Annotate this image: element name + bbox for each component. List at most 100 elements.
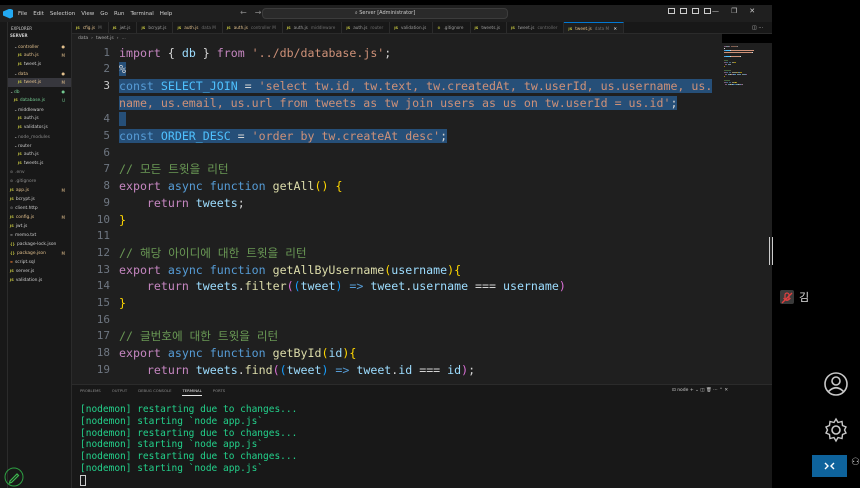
toggle-secondary-sidebar-icon[interactable] [692, 8, 699, 14]
file-row[interactable]: JS config.js M [8, 213, 71, 222]
panel-tab[interactable]: DEBUG CONSOLE [138, 385, 171, 396]
toggle-panel-icon[interactable] [680, 8, 687, 14]
code-line[interactable]: 6 [72, 145, 722, 162]
code-line[interactable]: 7 // 모든 트윗을 리턴 [72, 161, 722, 178]
folder-row[interactable]: ⌄db ● [8, 87, 71, 96]
code-line[interactable]: 13 export async function getAllByUsername… [72, 262, 722, 279]
file-row[interactable]: JS app.js M [8, 186, 71, 195]
code-line[interactable]: 10} [72, 212, 722, 229]
file-row[interactable]: {} package.json M [8, 249, 71, 258]
tab[interactable]: JS auth.js controller M [223, 22, 283, 33]
tab[interactable]: JS auth.js data M [173, 22, 223, 33]
code-line[interactable]: 17 // 글번호에 대한 트윗을 리턴 [72, 328, 722, 345]
file-row[interactable]: ≡ memo.txt [8, 231, 71, 240]
file-row[interactable]: JS validation.js [8, 276, 71, 285]
toggle-sidebar-icon[interactable] [668, 8, 675, 14]
mic-muted-icon[interactable] [780, 290, 794, 304]
split-editor-icon[interactable]: ◫ [752, 25, 757, 31]
settings-gear-icon[interactable] [823, 417, 849, 443]
pencil-icon[interactable] [4, 467, 24, 487]
menu-item[interactable]: View [81, 11, 94, 17]
ports-icon[interactable]: ⚇ [851, 457, 860, 468]
menu-item[interactable]: Terminal [130, 11, 153, 17]
tab[interactable]: JS tweet.js controller [507, 22, 565, 33]
code-line[interactable]: 9 return tweets; [72, 195, 722, 212]
terminal-output[interactable]: [nodemon] restarting due to changes... [n… [80, 404, 297, 475]
file-row[interactable]: JS tweet.js M [8, 78, 71, 87]
file-row[interactable]: JS validator.js [8, 123, 71, 132]
code-line[interactable]: 11 [72, 228, 722, 245]
code-line[interactable]: 3 const SELECT_JOIN = 'select tw.id, tw.t… [72, 78, 722, 95]
tab[interactable]: ⚙ .gitignore [433, 22, 471, 33]
file-row[interactable]: JS tweet.js [8, 60, 71, 69]
code-line[interactable]: 12 // 해당 아이디에 대한 트윗을 리턴 [72, 245, 722, 262]
tab[interactable]: JS cfig.js M [72, 22, 109, 33]
panel-more-icon[interactable]: ⋯ [713, 388, 718, 393]
restore-icon[interactable]: ❐ [731, 7, 737, 15]
panel-tab[interactable]: TERMINAL [182, 385, 202, 396]
minimize-icon[interactable]: — [712, 7, 719, 15]
file-row[interactable]: ⚙ .gitignore [8, 177, 71, 186]
tab[interactable]: JS validation.js [390, 22, 434, 33]
close-panel-icon[interactable]: ✕ [724, 388, 728, 393]
split-terminal-icon[interactable]: ◫ [700, 388, 704, 393]
code-line[interactable]: 2% [72, 61, 722, 78]
file-row[interactable]: {} package-lock.json [8, 240, 71, 249]
maximize-panel-icon[interactable]: ⌃ [719, 388, 723, 393]
command-center-search[interactable]: ⌕ Server [Administrator] [262, 8, 508, 19]
panel-tab[interactable]: PORTS [213, 385, 225, 396]
code-line[interactable]: 18 export async function getById(id){ [72, 345, 722, 362]
customize-layout-icon[interactable] [704, 8, 711, 14]
tab[interactable]: JS jwt.js [109, 22, 138, 33]
tab[interactable]: JS auth.js router [342, 22, 391, 33]
more-actions-icon[interactable]: ⋯ [758, 25, 763, 31]
file-row[interactable]: ⚙ client.http [8, 204, 71, 213]
code-line[interactable]: 19 return tweets.find((tweet) => tweet.i… [72, 362, 722, 379]
tab[interactable]: JS auth.js middleware [283, 22, 343, 33]
code-line[interactable]: 4 [72, 111, 722, 128]
menu-item[interactable]: Edit [33, 11, 44, 17]
code-line[interactable]: name, us.email, us.url from tweets as tw… [72, 95, 722, 112]
file-row[interactable]: JS auth.js [8, 114, 71, 123]
file-row[interactable]: JS auth.js [8, 150, 71, 159]
menu-item[interactable]: Selection [50, 11, 75, 17]
project-name[interactable]: SERVER [8, 33, 71, 42]
panel-tab[interactable]: OUTPUT [112, 385, 127, 396]
code-line[interactable]: 5 const ORDER_DESC = 'order by tw.createA… [72, 128, 722, 145]
code-line[interactable]: 1 import { db } from '../db/database.js'; [72, 45, 722, 62]
terminal-name[interactable]: node [677, 388, 688, 393]
file-row[interactable]: JS server.js [8, 267, 71, 276]
file-row[interactable]: JS database.js U [8, 96, 71, 105]
file-row[interactable]: JS bcrypt.js [8, 195, 71, 204]
panel-tab[interactable]: PROBLEMS [80, 385, 101, 396]
folder-row[interactable]: ⌄middleware [8, 105, 71, 114]
minimap[interactable] [722, 43, 772, 384]
tab[interactable]: JS bcrypt.js [137, 22, 174, 33]
folder-row[interactable]: ⌄node_modules [8, 132, 71, 141]
menu-item[interactable]: Go [100, 11, 108, 17]
file-row[interactable]: JS auth.js M [8, 51, 71, 60]
kill-terminal-icon[interactable]: 🗑 [706, 388, 712, 393]
file-row[interactable]: JS tweets.js [8, 159, 71, 168]
account-icon[interactable] [823, 371, 849, 397]
close-window-icon[interactable]: ✕ [749, 7, 755, 15]
code-line[interactable]: 15} [72, 295, 722, 312]
new-terminal-icon[interactable]: + ⌄ [690, 388, 699, 393]
folder-row[interactable]: ⌄router [8, 141, 71, 150]
folder-row[interactable]: ⌄controller ● [8, 42, 71, 51]
forward-arrow-icon[interactable]: → [255, 8, 262, 17]
close-tab-icon[interactable]: ✕ [612, 26, 618, 31]
tab-active[interactable]: JS tweet.js data M ✕ [564, 22, 625, 33]
back-arrow-icon[interactable]: ← [240, 8, 247, 17]
code-editor[interactable]: 1 import { db } from '../db/database.js';… [72, 43, 722, 384]
remote-indicator-button[interactable] [812, 455, 847, 477]
menu-item[interactable]: Run [114, 11, 125, 17]
file-row[interactable]: ≡ script.sql [8, 258, 71, 267]
file-row[interactable]: JS jwt.js [8, 222, 71, 231]
file-row[interactable]: ⚙ .env [8, 168, 71, 177]
tab[interactable]: JS tweets.js [471, 22, 508, 33]
code-line[interactable]: 14 return tweets.filter((tweet) => tweet… [72, 278, 722, 295]
breadcrumb-item[interactable]: ... [122, 36, 126, 41]
code-line[interactable]: 8 export async function getAll() { [72, 178, 722, 195]
code-line[interactable]: 16 [72, 312, 722, 329]
